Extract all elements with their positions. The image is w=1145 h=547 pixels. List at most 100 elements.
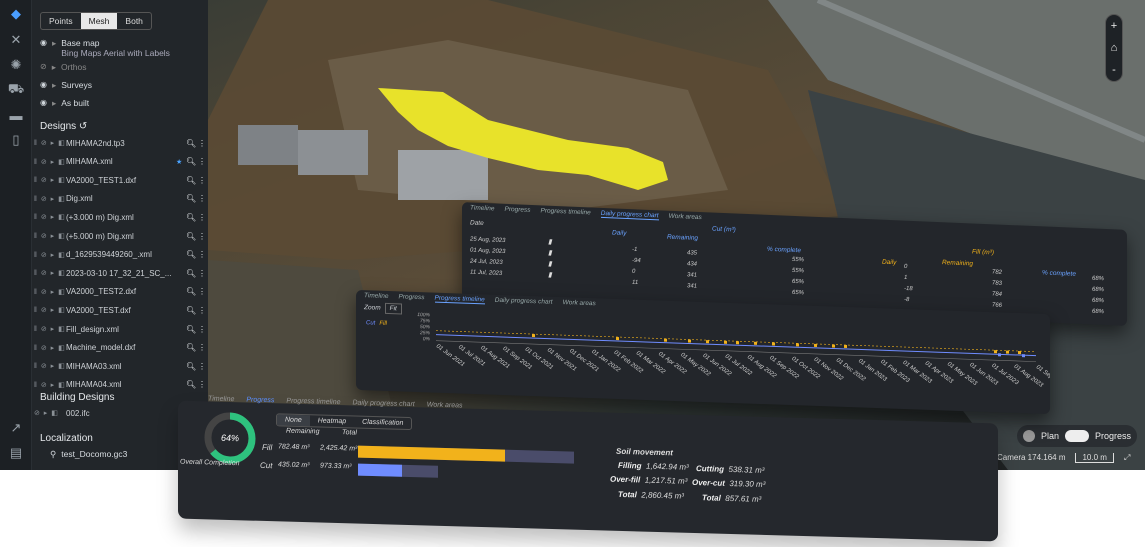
more-icon[interactable]: ⋮: [196, 213, 208, 222]
search-icon[interactable]: 🔍︎: [186, 194, 196, 203]
fill-marker[interactable]: [1018, 351, 1021, 355]
fill-marker[interactable]: [772, 342, 775, 346]
visibility-icons[interactable]: ǁ ⊘ ▸ ◧: [32, 195, 66, 203]
search-icon[interactable]: 🔍︎: [186, 157, 196, 166]
search-icon[interactable]: 🔍︎: [186, 213, 196, 222]
view-mode-both[interactable]: Both: [117, 13, 151, 29]
more-icon[interactable]: ⋮: [196, 380, 208, 389]
tab-daily-progress-chart[interactable]: Daily progress chart: [352, 399, 414, 408]
more-icon[interactable]: ⋮: [196, 287, 208, 296]
design-row[interactable]: ǁ ⊘ ▸ ◧ 2023-03-10 17_32_21_SC_... 🔍︎ ⋮: [32, 266, 208, 280]
design-row[interactable]: ǁ ⊘ ▸ ◧ d_1629539449260_.xml 🔍︎ ⋮: [32, 248, 208, 262]
eye-icon[interactable]: ◉: [40, 38, 47, 47]
design-row[interactable]: ǁ ⊘ ▸ ◧ VA2000_TEST1.dxf 🔍︎ ⋮: [32, 173, 208, 187]
expand-icon[interactable]: ▸: [52, 98, 56, 109]
more-icon[interactable]: ⋮: [196, 343, 208, 352]
machine-icon[interactable]: ⛟: [6, 80, 26, 100]
design-row[interactable]: ǁ ⊘ ▸ ◧ (+3.000 m) Dig.xml 🔍︎ ⋮: [32, 210, 208, 224]
visibility-icons[interactable]: ǁ ⊘ ▸ ◧: [32, 139, 66, 147]
layer-orthos[interactable]: ⊘ ▸ Orthos: [40, 62, 87, 73]
tab-progress-timeline[interactable]: Progress timeline: [434, 294, 485, 305]
design-row[interactable]: ǁ ⊘ ▸ ◧ Machine_model.dxf 🔍︎ ⋮: [32, 341, 208, 355]
layer-base-map[interactable]: ◉ ▸ Base map Bing Maps Aerial with Labels: [40, 38, 170, 58]
design-row[interactable]: ǁ ⊘ ▸ ◧ VA2000_TEST.dxf 🔍︎ ⋮: [32, 303, 208, 317]
fill-marker[interactable]: [706, 340, 709, 344]
fill-marker[interactable]: [844, 344, 847, 349]
design-row[interactable]: ǁ ⊘ ▸ ◧ MIHAMA04.xml 🔍︎ ⋮: [32, 378, 208, 392]
design-row[interactable]: ǁ ⊘ ▸ ◧ MIHAMA03.xml 🔍︎ ⋮: [32, 359, 208, 373]
tab-daily-progress-chart[interactable]: Daily progress chart: [495, 297, 553, 307]
fill-marker[interactable]: [994, 350, 997, 354]
more-icon[interactable]: ⋮: [196, 176, 208, 185]
fill-marker[interactable]: [736, 341, 739, 345]
visibility-icons[interactable]: ǁ ⊘ ▸ ◧: [32, 232, 66, 240]
layer-as-built[interactable]: ◉ ▸ As built: [40, 98, 89, 109]
tab-progress[interactable]: Progress: [399, 293, 425, 302]
layer-surveys[interactable]: ◉ ▸ Surveys: [40, 80, 92, 91]
fill-marker[interactable]: [724, 340, 727, 344]
design-row[interactable]: ǁ ⊘ ▸ ◧ Fill_design.xml 🔍︎ ⋮: [32, 322, 208, 336]
tab-progress-timeline[interactable]: Progress timeline: [541, 207, 591, 217]
mode-none[interactable]: None: [277, 414, 310, 427]
search-icon[interactable]: 🔍︎: [186, 362, 196, 371]
plan-radio[interactable]: [1023, 430, 1035, 442]
folder-icon[interactable]: ▮: [548, 250, 553, 257]
localization-item[interactable]: ⚲ test_Docomo.gc3: [50, 449, 127, 460]
visibility-icons[interactable]: ǁ ⊘ ▸ ◧: [32, 251, 66, 259]
visibility-icons[interactable]: ǁ ⊘ ▸ ◧: [32, 362, 66, 370]
tools-icon[interactable]: ✕: [6, 30, 26, 50]
tab-work-areas[interactable]: Work areas: [563, 299, 596, 308]
fill-marker[interactable]: [1006, 350, 1009, 354]
mode-classification[interactable]: Classification: [354, 416, 411, 429]
tab-work-areas[interactable]: Work areas: [427, 401, 463, 409]
fill-marker[interactable]: [814, 343, 817, 347]
visibility-icons[interactable]: ǁ ⊘ ▸ ◧: [32, 213, 66, 221]
fill-marker[interactable]: [796, 343, 799, 347]
tab-work-areas[interactable]: Work areas: [669, 213, 702, 222]
search-icon[interactable]: 🔍︎: [186, 325, 196, 334]
progress-switch[interactable]: [1065, 430, 1090, 442]
tab-timeline[interactable]: Timeline: [364, 292, 389, 301]
fill-marker[interactable]: [688, 339, 691, 343]
fill-marker[interactable]: [664, 338, 667, 342]
home-button[interactable]: ⌂: [1106, 37, 1122, 59]
visibility-icons[interactable]: ǁ ⊘ ▸ ◧: [32, 288, 66, 296]
expand-icon[interactable]: ▸: [52, 62, 56, 73]
design-row[interactable]: ǁ ⊘ ▸ ◧ VA2000_TEST2.dxf 🔍︎ ⋮: [32, 285, 208, 299]
folder-icon[interactable]: ▮: [548, 272, 553, 279]
visibility-icons[interactable]: ǁ ⊘ ▸ ◧: [32, 269, 66, 277]
more-icon[interactable]: ⋮: [196, 232, 208, 241]
more-icon[interactable]: ⋮: [196, 269, 208, 278]
design-row[interactable]: ǁ ⊘ ▸ ◧ MIHAMA2nd.tp3 🔍︎ ⋮: [32, 136, 208, 150]
more-icon[interactable]: ⋮: [196, 250, 208, 259]
folder-icon[interactable]: ▬: [6, 105, 26, 125]
visibility-icons[interactable]: ǁ ⊘ ▸ ◧: [32, 344, 66, 352]
device-icon[interactable]: ▯: [6, 130, 26, 150]
eye-off-icon[interactable]: ⊘: [40, 62, 47, 71]
more-icon[interactable]: ⋮: [196, 157, 208, 166]
fill-marker[interactable]: [832, 344, 835, 348]
search-icon[interactable]: 🔍︎: [186, 232, 196, 241]
visibility-icons[interactable]: ǁ ⊘ ▸ ◧: [32, 158, 66, 166]
export-icon[interactable]: ↗: [6, 418, 26, 438]
more-icon[interactable]: ⋮: [196, 306, 208, 315]
view-mode-mesh[interactable]: Mesh: [80, 13, 118, 29]
design-row[interactable]: ǁ ⊘ ▸ ◧ MIHAMA.xml ★ 🔍︎ ⋮: [32, 155, 208, 169]
fullscreen-icon[interactable]: ⤢: [1124, 453, 1130, 463]
document-icon[interactable]: ▤: [6, 443, 26, 463]
star-icon[interactable]: ★: [176, 158, 186, 166]
search-icon[interactable]: 🔍︎: [186, 306, 196, 315]
visibility-icons[interactable]: ǁ ⊘ ▸ ◧: [32, 381, 66, 389]
search-icon[interactable]: 🔍︎: [186, 380, 196, 389]
more-icon[interactable]: ⋮: [196, 139, 208, 148]
more-icon[interactable]: ⋮: [196, 325, 208, 334]
fill-marker[interactable]: [754, 341, 757, 345]
tab-progress[interactable]: Progress: [246, 396, 274, 404]
history-icon[interactable]: ↺: [79, 121, 87, 132]
visibility-icons[interactable]: ǁ ⊘ ▸ ◧: [32, 325, 66, 333]
fill-marker[interactable]: [532, 334, 535, 338]
mode-heatmap[interactable]: Heatmap: [310, 415, 354, 427]
search-icon[interactable]: 🔍︎: [186, 139, 196, 148]
search-icon[interactable]: 🔍︎: [186, 343, 196, 352]
folder-icon[interactable]: ▮: [548, 261, 553, 268]
